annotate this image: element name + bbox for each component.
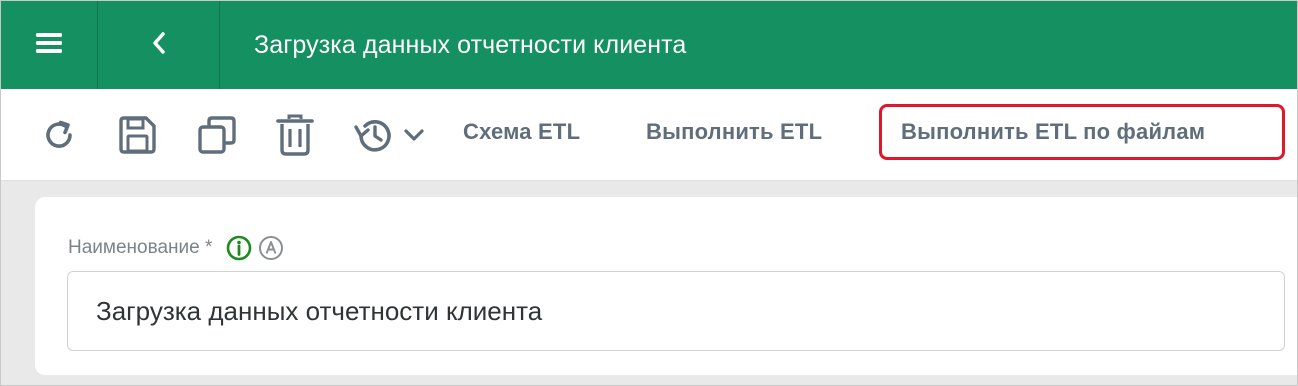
name-input[interactable]: Загрузка данных отчетности клиента	[67, 271, 1285, 351]
save-button[interactable]	[113, 107, 161, 163]
name-field-label: Наименование *	[68, 235, 290, 261]
form-card: Наименование * Загрузка данных отчетност…	[35, 197, 1297, 375]
history-button[interactable]	[349, 107, 433, 163]
info-icon[interactable]	[226, 235, 252, 261]
a-circle-icon[interactable]	[258, 235, 284, 261]
menu-button[interactable]	[1, 1, 98, 89]
chevron-left-icon	[152, 31, 166, 59]
app-header: Загрузка данных отчетности клиента	[1, 1, 1297, 89]
hamburger-menu-icon	[36, 32, 62, 59]
app-window: Загрузка данных отчетности клиента Схема…	[0, 0, 1298, 386]
run-etl-button[interactable]: Выполнить ETL	[646, 119, 822, 145]
copy-icon	[196, 114, 238, 156]
history-icon	[351, 115, 431, 155]
page-title: Загрузка данных отчетности клиента	[254, 30, 687, 59]
run-etl-files-button[interactable]: Выполнить ETL по файлам	[901, 119, 1205, 145]
refresh-button[interactable]	[35, 107, 83, 163]
save-icon	[117, 115, 157, 155]
name-label-text: Наименование *	[68, 237, 213, 258]
toolbar: Схема ETL Выполнить ETL Выполнить ETL по…	[1, 89, 1297, 181]
copy-button[interactable]	[193, 107, 241, 163]
etl-schema-button[interactable]: Схема ETL	[463, 119, 580, 145]
back-button[interactable]	[98, 1, 220, 89]
delete-button[interactable]	[271, 107, 319, 163]
refresh-icon	[41, 117, 77, 153]
delete-icon	[275, 114, 315, 156]
